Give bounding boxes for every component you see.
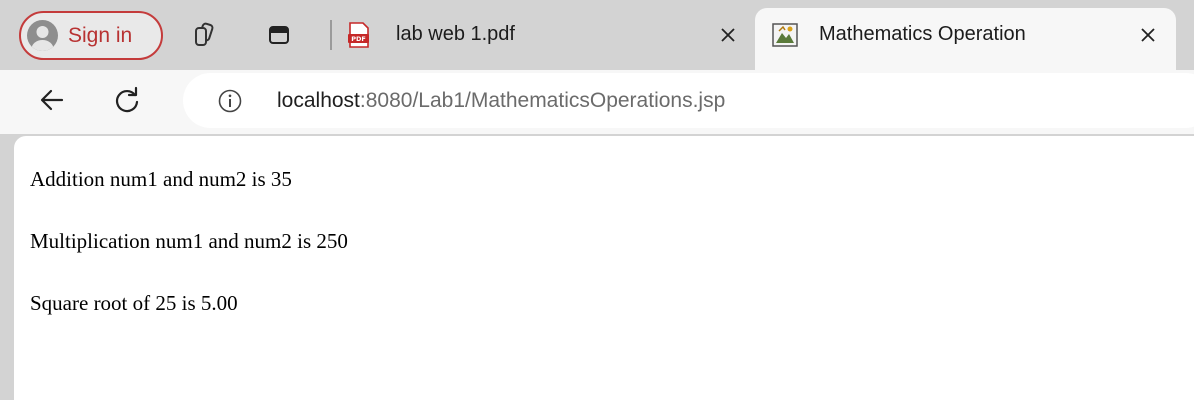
back-button[interactable]: [35, 83, 69, 117]
reload-icon: [110, 83, 144, 117]
navigation-toolbar: localhost:8080/Lab1/MathematicsOperation…: [0, 70, 1194, 134]
url-path: :8080/Lab1/MathematicsOperations.jsp: [359, 89, 726, 112]
browser-window: Sign in PDF lab web 1.pdf Mathematics Op…: [0, 0, 1194, 400]
sign-in-label: Sign in: [68, 24, 133, 47]
workspaces-button[interactable]: [190, 20, 220, 50]
address-url: localhost:8080/Lab1/MathematicsOperation…: [277, 87, 725, 115]
tab-lab-web-pdf[interactable]: PDF lab web 1.pdf: [335, 8, 750, 70]
pdf-file-icon: PDF: [345, 21, 373, 49]
workspaces-icon: [190, 20, 220, 50]
url-host: localhost: [277, 89, 360, 112]
close-icon[interactable]: [719, 26, 737, 44]
arrow-left-icon: [35, 83, 69, 117]
addition-result-text: Addition num1 and num2 is 35: [30, 167, 292, 191]
address-bar[interactable]: localhost:8080/Lab1/MathematicsOperation…: [183, 73, 1194, 128]
tab-title: lab web 1.pdf: [396, 23, 515, 45]
multiplication-result-text: Multiplication num1 and num2 is 250: [30, 229, 348, 253]
reload-button[interactable]: [110, 83, 144, 117]
tab-title: Mathematics Operation: [819, 23, 1026, 45]
person-avatar-icon: [27, 20, 58, 51]
tab-strip: Sign in PDF lab web 1.pdf Mathematics Op…: [0, 0, 1194, 80]
tab-actions-icon: [264, 20, 294, 50]
tab-actions-button[interactable]: [264, 20, 294, 50]
info-icon[interactable]: [217, 88, 243, 114]
tabstrip-divider: [330, 20, 332, 50]
page-content: Addition num1 and num2 is 35 Multiplicat…: [14, 136, 1194, 400]
profile-sign-in-button[interactable]: Sign in: [19, 11, 163, 60]
svg-text:PDF: PDF: [351, 35, 366, 43]
close-icon[interactable]: [1139, 26, 1157, 44]
square-root-result-text: Square root of 25 is 5.00: [30, 291, 238, 315]
page-favicon-icon: [771, 21, 799, 49]
